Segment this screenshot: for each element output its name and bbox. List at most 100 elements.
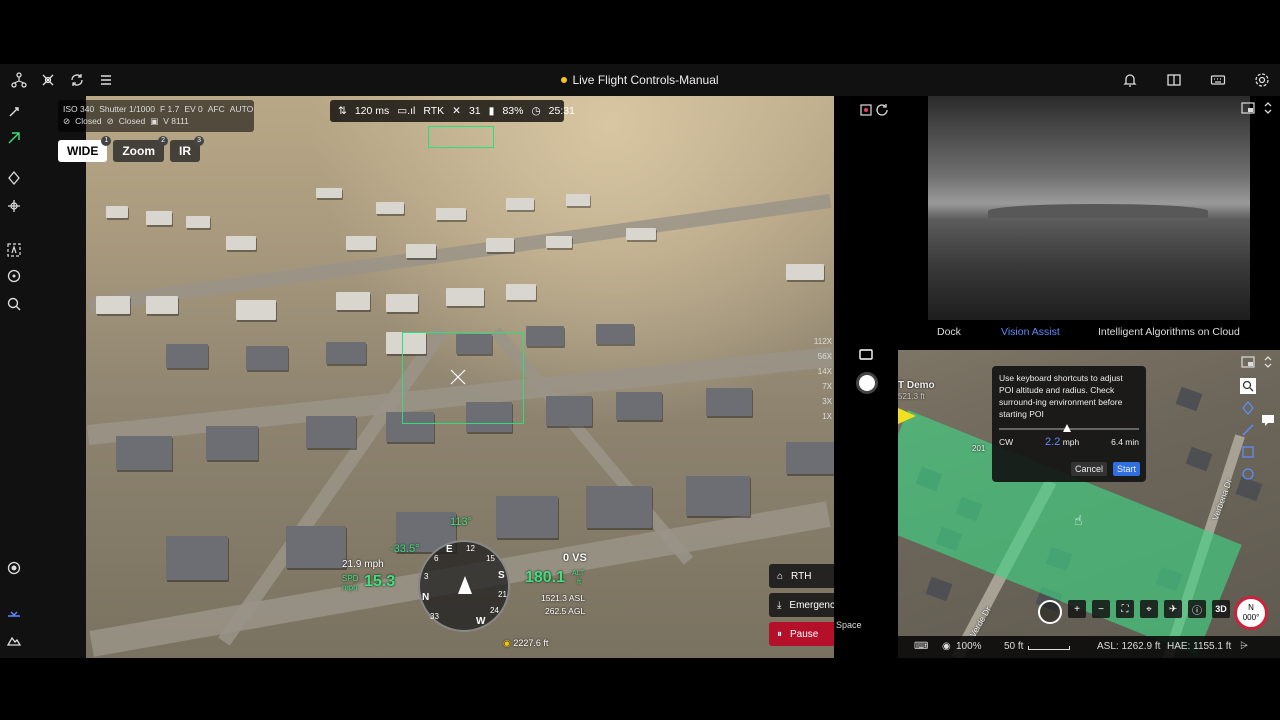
poi-cancel-button[interactable]: Cancel	[1070, 462, 1107, 476]
slider-thumb[interactable]	[1063, 424, 1071, 432]
letterbox-bottom	[0, 658, 1280, 720]
tab-ir[interactable]: IR 3	[170, 136, 205, 162]
tab-intelligent-algorithms[interactable]: Intelligent Algorithms on Cloud	[1098, 326, 1240, 338]
aircraft-locate-icon[interactable]: ✈	[1164, 600, 1182, 618]
left-toolbar	[0, 96, 28, 658]
timer-icon: ◷	[531, 105, 541, 117]
window-title: Live Flight Controls-Manual	[0, 73, 1280, 87]
house	[246, 346, 288, 370]
map-pip-icon[interactable]	[1240, 354, 1256, 370]
keyboard-icon[interactable]	[1210, 72, 1226, 88]
split-view-icon[interactable]	[1166, 72, 1182, 88]
rth-button[interactable]: ⌂ RTH	[769, 564, 834, 588]
topology-icon[interactable]	[11, 72, 27, 88]
layers-icon[interactable]	[98, 72, 114, 88]
aircraft-control-icon[interactable]	[6, 130, 22, 146]
chat-icon[interactable]	[1260, 412, 1276, 428]
fit-view-icon[interactable]: ⛶	[1116, 600, 1134, 618]
hand-cursor-icon: ☝	[1074, 512, 1083, 528]
zoom-level[interactable]: 7X	[800, 379, 832, 394]
drone-icon[interactable]	[40, 72, 56, 88]
ai-target-icon[interactable]	[858, 102, 874, 118]
storage-icon: ▣	[150, 116, 159, 126]
zoom-level[interactable]: 14X	[800, 364, 832, 379]
rth-icon: ⌂	[777, 570, 784, 582]
map-location-ring[interactable]	[1038, 600, 1062, 624]
satellite-count: 31	[468, 105, 481, 117]
compass-e: E	[446, 544, 453, 555]
compass-s: S	[498, 570, 505, 581]
map-layers-icon[interactable]: ⩥	[1240, 641, 1248, 652]
map-3d-button[interactable]: 3D	[1212, 600, 1230, 618]
tab-wide-label: WIDE	[67, 144, 99, 158]
expand-icon[interactable]	[1260, 100, 1276, 116]
compass-33: 33	[430, 612, 439, 621]
terrain-icon[interactable]	[6, 632, 22, 648]
photo-mode-icon[interactable]	[858, 346, 874, 362]
tab-vision-assist[interactable]: Vision Assist	[1001, 326, 1060, 338]
ir-camera-view[interactable]	[928, 96, 1250, 320]
poi-start-button[interactable]: Start	[1112, 462, 1140, 476]
house	[96, 296, 130, 314]
tab-wide[interactable]: WIDE 1	[58, 136, 112, 162]
zoom-level[interactable]: 112X	[800, 334, 832, 349]
sync-icon[interactable]	[69, 72, 85, 88]
zoom-level[interactable]: 3X	[800, 394, 832, 409]
horizon-icon[interactable]	[6, 606, 22, 622]
settings-icon[interactable]	[1254, 72, 1270, 88]
camera-info-panel[interactable]: ISO 340 Shutter 1/1000 F 1.7 EV 0 AFC AU…	[58, 100, 254, 132]
poi-direction[interactable]: CW	[999, 436, 1013, 448]
zoom-level[interactable]: 1X	[800, 409, 832, 424]
tab-wide-shortcut: 1	[101, 136, 112, 146]
map-circle-icon[interactable]	[1240, 466, 1256, 482]
tab-dock[interactable]: Dock	[937, 326, 961, 338]
map-line-icon[interactable]	[1240, 422, 1256, 438]
speed-value: 15.3	[364, 573, 396, 590]
orbit-icon[interactable]	[6, 268, 22, 284]
ai-detect-icon[interactable]	[6, 242, 22, 258]
keyboard-icon[interactable]: ⌨	[914, 641, 928, 652]
map-search-icon[interactable]	[1240, 378, 1256, 394]
map-expand-icon[interactable]	[1260, 354, 1276, 370]
crosshair-icon[interactable]	[6, 198, 22, 214]
record-icon[interactable]	[6, 560, 22, 576]
zoom-level[interactable]: 56X	[800, 349, 832, 364]
agl-value: 262.5 AGL	[545, 606, 586, 616]
house	[206, 426, 258, 460]
main-video-feed[interactable]: ISO 340 Shutter 1/1000 F 1.7 EV 0 AFC AU…	[28, 96, 834, 658]
map-panel[interactable]: T Demo 521.3 ft 201 Verbena Dr o Verde D…	[898, 350, 1280, 658]
rth-label: RTH	[791, 570, 812, 582]
zoom-in-button[interactable]: +	[1068, 600, 1086, 618]
house	[146, 211, 172, 225]
pause-label: Pause	[790, 628, 819, 640]
compass-w: W	[476, 616, 486, 627]
zoom-scale[interactable]: 112X 56X 14X 7X 3X 1X	[800, 334, 832, 424]
aircraft-marker-icon[interactable]	[898, 408, 916, 424]
locate-icon[interactable]: ⌖	[1140, 600, 1158, 618]
shutter-button[interactable]	[856, 372, 878, 394]
focus-mode: AFC	[207, 104, 225, 114]
map-compass[interactable]: N 000°	[1234, 596, 1268, 630]
action-panel: ⌂ RTH ⤓ Emergency Lan... ⏸ Pause	[769, 564, 834, 651]
info-icon[interactable]: ⓘ	[1188, 600, 1206, 618]
poi-speed-slider[interactable]	[999, 424, 1139, 432]
search-icon[interactable]	[6, 296, 22, 312]
crosshair-icon	[450, 369, 466, 385]
house	[546, 396, 592, 426]
map-pin-icon[interactable]	[1240, 400, 1256, 416]
refresh-icon[interactable]	[874, 102, 890, 118]
house	[706, 388, 752, 416]
pause-icon: ⏸	[777, 628, 782, 640]
tab-zoom[interactable]: Zoom 2	[113, 136, 169, 162]
heading-value: 113°	[450, 516, 472, 528]
bell-icon[interactable]	[1122, 72, 1138, 88]
pip-icon[interactable]	[1240, 100, 1256, 116]
zoom-out-button[interactable]: −	[1092, 600, 1110, 618]
map-opacity[interactable]: 100%	[956, 641, 982, 652]
pause-button[interactable]: ⏸ Pause	[769, 622, 834, 646]
manual-control-icon[interactable]	[6, 104, 22, 120]
emergency-landing-button[interactable]: ⤓ Emergency Lan...	[769, 593, 834, 617]
target-icon[interactable]	[6, 170, 22, 186]
house	[626, 228, 656, 240]
map-polygon-icon[interactable]	[1240, 444, 1256, 460]
